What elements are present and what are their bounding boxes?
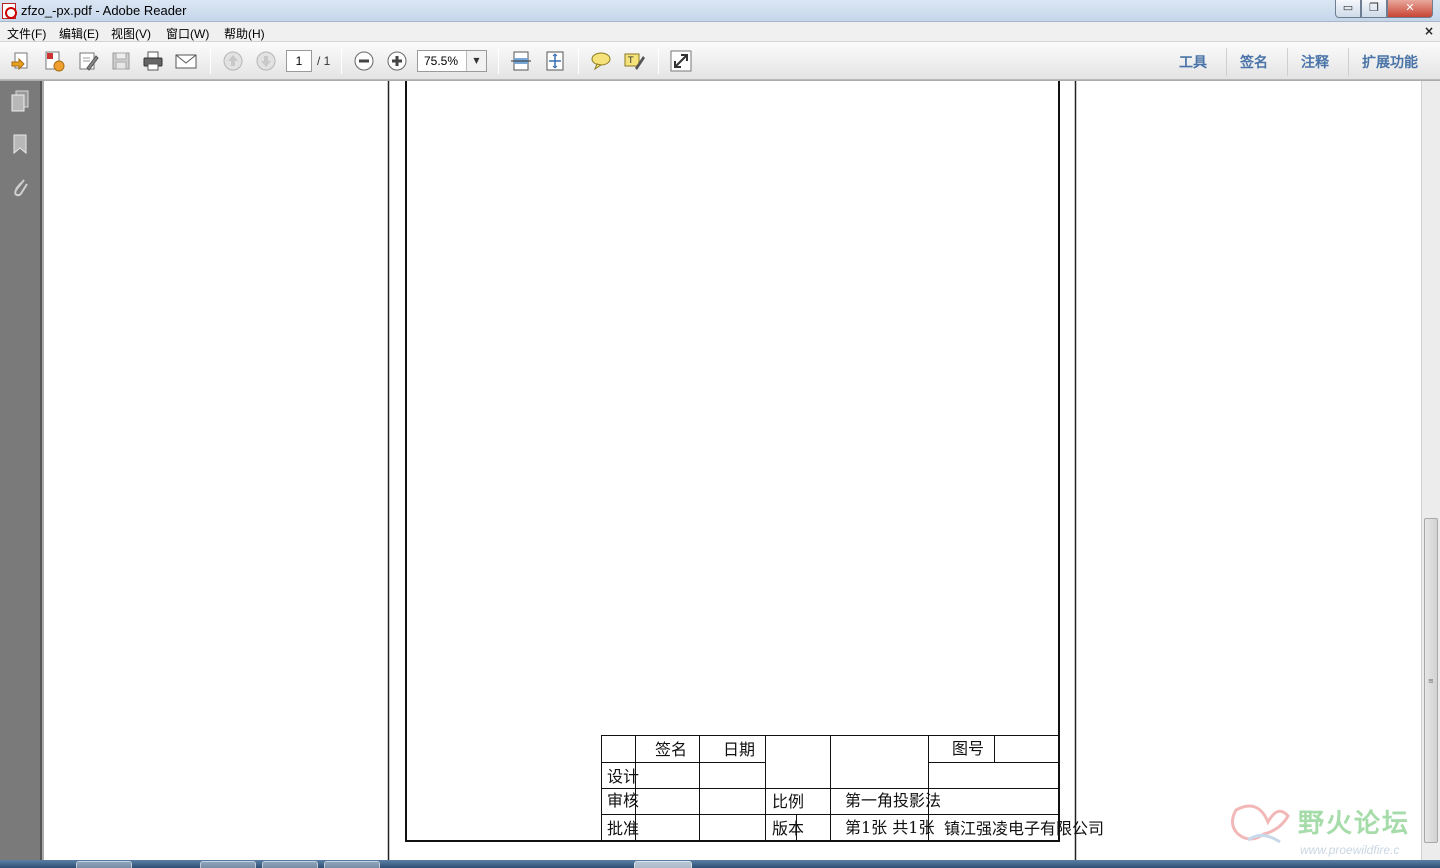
zoom-out-icon[interactable] xyxy=(353,50,375,72)
menu-edit[interactable]: 编辑(E) xyxy=(59,25,99,42)
vertical-scrollbar[interactable]: ≡ xyxy=(1421,81,1440,860)
title-block-review: 审核 xyxy=(607,791,639,810)
close-window-button[interactable]: ✕ xyxy=(1387,0,1433,18)
tab-separator xyxy=(1348,48,1349,76)
toolbar-separator xyxy=(210,48,211,74)
forum-logo-icon xyxy=(1231,804,1290,844)
pdf-app-icon xyxy=(2,3,17,19)
taskbar xyxy=(0,860,1440,868)
svg-text:T: T xyxy=(627,56,634,66)
zoom-level-value: 75.5% xyxy=(424,54,459,68)
tab-separator xyxy=(1287,48,1288,76)
menu-view[interactable]: 视图(V) xyxy=(111,25,151,42)
title-block-design: 设计 xyxy=(607,767,639,786)
edit-pdf-icon[interactable] xyxy=(77,50,99,72)
taskbar-app-button-active[interactable] xyxy=(634,861,692,868)
next-page-icon[interactable] xyxy=(255,50,277,72)
maximize-button[interactable]: ❐ xyxy=(1361,0,1387,18)
pdf-page: 签名 日期 图号 设计 审核 批准 比例 版本 第一角投影法 第1张 共1张 镇… xyxy=(387,81,1104,860)
toolbar-separator xyxy=(658,48,659,74)
zoom-level-select[interactable]: 75.5% ▼ xyxy=(417,50,487,72)
zoom-in-icon[interactable] xyxy=(386,50,408,72)
taskbar-app-button[interactable] xyxy=(200,861,256,868)
document-view[interactable]: 签名 日期 图号 设计 审核 批准 比例 版本 第一角投影法 第1张 共1张 镇… xyxy=(44,81,1421,860)
tab-sign[interactable]: 签名 xyxy=(1240,52,1268,72)
taskbar-app-button[interactable] xyxy=(324,861,380,868)
close-document-icon[interactable]: × xyxy=(1424,24,1434,38)
page-number-input[interactable]: 1 xyxy=(286,50,312,72)
scroll-grip-icon: ≡ xyxy=(1428,677,1434,685)
print-icon[interactable] xyxy=(142,50,164,72)
toolbar-separator xyxy=(341,48,342,74)
tab-separator xyxy=(1226,48,1227,76)
window-title-bar: zfzo_-px.pdf - Adobe Reader ▭ ❐ ✕ xyxy=(0,0,1440,22)
fit-page-icon[interactable] xyxy=(544,50,566,72)
tab-comment[interactable]: 注释 xyxy=(1301,52,1329,72)
title-block-sheet-info: 第1张 共1张 xyxy=(845,818,934,837)
open-file-icon[interactable] xyxy=(10,50,32,72)
menu-file[interactable]: 文件(F) xyxy=(7,25,46,42)
taskbar-app-button[interactable] xyxy=(76,861,132,868)
full-screen-icon[interactable] xyxy=(670,50,692,72)
menu-window[interactable]: 窗口(W) xyxy=(166,25,209,42)
menu-bar: 文件(F) 编辑(E) 视图(V) 窗口(W) 帮助(H) × xyxy=(0,22,1440,42)
title-block-scale-label: 比例 xyxy=(772,792,804,811)
tab-tools[interactable]: 工具 xyxy=(1179,52,1207,72)
watermark-url: www.proewildfire.c xyxy=(1300,843,1400,857)
bookmarks-icon[interactable] xyxy=(9,132,31,156)
title-block-sign-header: 签名 xyxy=(655,740,687,759)
menu-help[interactable]: 帮助(H) xyxy=(224,25,265,42)
toolbar: 1 / 1 75.5% ▼ T 工具 签名 注释 扩展功能 xyxy=(0,42,1440,80)
create-pdf-icon[interactable] xyxy=(43,50,65,72)
taskbar-app-button[interactable] xyxy=(262,861,318,868)
page-thumbnails-icon[interactable] xyxy=(9,89,31,113)
title-block-company: 镇江强凌电子有限公司 xyxy=(944,819,1104,838)
attachments-icon[interactable] xyxy=(9,175,31,199)
title-block-date-header: 日期 xyxy=(723,740,755,759)
title-block-drawing-no-label: 图号 xyxy=(952,739,984,758)
minimize-button[interactable]: ▭ xyxy=(1335,0,1361,18)
toolbar-separator xyxy=(498,48,499,74)
toolbar-separator xyxy=(578,48,579,74)
highlight-icon[interactable]: T xyxy=(623,50,645,72)
fit-page-width-icon[interactable] xyxy=(510,50,532,72)
title-block-approve: 批准 xyxy=(607,819,639,838)
tab-extended[interactable]: 扩展功能 xyxy=(1362,52,1418,72)
title-block-version-label: 版本 xyxy=(772,819,804,838)
email-icon[interactable] xyxy=(175,50,197,72)
watermark-text: 野火论坛 xyxy=(1298,809,1411,839)
save-icon[interactable] xyxy=(110,50,132,72)
previous-page-icon[interactable] xyxy=(222,50,244,72)
window-title: zfzo_-px.pdf - Adobe Reader xyxy=(21,3,187,18)
title-block-projection: 第一角投影法 xyxy=(845,791,941,810)
scrollbar-thumb[interactable]: ≡ xyxy=(1424,518,1438,843)
navigation-pane xyxy=(0,81,42,860)
comment-icon[interactable] xyxy=(590,50,612,72)
page-total-label: / 1 xyxy=(317,54,331,68)
chevron-down-icon[interactable]: ▼ xyxy=(466,51,486,71)
